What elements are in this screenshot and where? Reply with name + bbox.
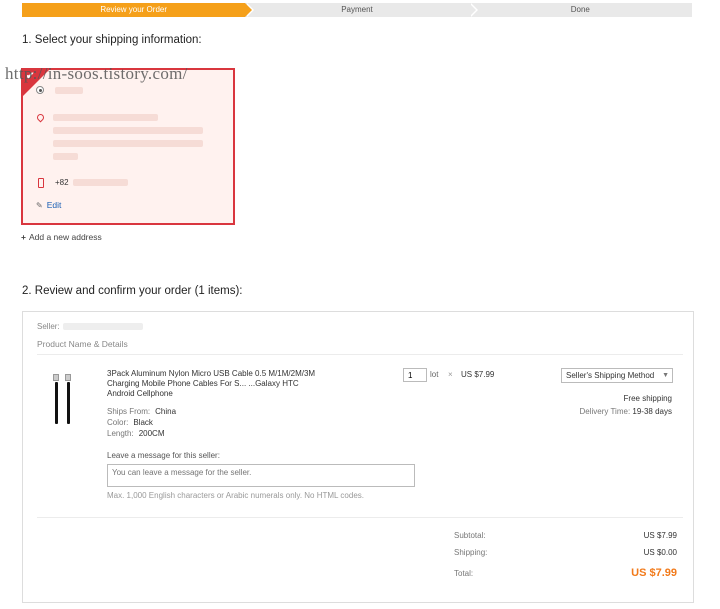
divider (37, 517, 683, 518)
add-address-link[interactable]: + Add a new address (21, 232, 102, 242)
seller-message-input[interactable] (107, 464, 415, 487)
add-address-label: Add a new address (28, 232, 102, 242)
ships-from-value: China (155, 407, 177, 416)
unit-price: US $7.99 (461, 370, 495, 379)
location-pin-icon (35, 112, 46, 123)
product-title-link[interactable]: 3Pack Aluminum Nylon Micro USB Cable 0.5… (107, 369, 327, 399)
seller-name-redacted (63, 323, 143, 330)
quantity-input[interactable] (403, 368, 427, 382)
step-label: Review your Order (100, 5, 167, 14)
seller-label: Seller: (37, 322, 60, 331)
color-value: Black (133, 418, 153, 427)
shipping-section-title: 1. Select your shipping information: (22, 34, 202, 46)
ships-from-label: Ships From: (107, 407, 151, 416)
address-radio[interactable] (36, 86, 44, 94)
times-sign: × (448, 370, 453, 379)
address-line-redacted (53, 153, 78, 160)
step-review-order: Review your Order (22, 3, 255, 17)
step-label: Payment (341, 5, 373, 14)
phone-number: +82 (55, 178, 69, 187)
address-line-redacted (53, 114, 158, 121)
checkout-steps: Review your Order Payment Done (22, 3, 692, 17)
shipping-label: Shipping: (454, 548, 488, 557)
watermark: http://in-soos.tistory.com/ (5, 64, 188, 83)
free-shipping-text: Free shipping (623, 394, 672, 403)
unit-label: lot (430, 370, 439, 379)
subtotal-label: Subtotal: (454, 531, 486, 540)
divider (37, 354, 683, 355)
delivery-label: Delivery Time: (579, 407, 631, 416)
subtotal-value: US $7.99 (643, 531, 677, 540)
color-label: Color: (107, 418, 129, 427)
shipping-method-value: Seller's Shipping Method (566, 371, 655, 380)
edit-label: Edit (46, 200, 62, 210)
plus-icon: + (21, 232, 26, 242)
pencil-icon: ✎ (36, 201, 43, 210)
address-card-selected[interactable]: ✔ +82 ✎ Edit (21, 68, 235, 225)
edit-address-link[interactable]: ✎ Edit (36, 200, 61, 210)
step-label: Done (570, 5, 590, 14)
message-hint: Max. 1,000 English characters or Arabic … (107, 491, 364, 500)
total-value: US $7.99 (631, 567, 677, 579)
total-label: Total: (454, 569, 474, 578)
review-section-title: 2. Review and confirm your order (1 item… (22, 285, 243, 297)
product-attributes: Ships From: China Color: Black Length: 200C… (107, 406, 176, 439)
message-label: Leave a message for this seller: (107, 451, 220, 460)
recipient-name-redacted (55, 87, 83, 94)
seller-info: Seller: (37, 322, 60, 331)
chevron-down-icon: ▼ (662, 372, 669, 379)
step-payment: Payment (245, 3, 478, 17)
delivery-value: 19-38 days (632, 407, 672, 416)
phone-redacted (73, 179, 128, 186)
length-value: 200CM (138, 429, 165, 438)
order-box: Seller: Product Name & Details 3Pack Alu… (22, 311, 694, 603)
shipping-method-select[interactable]: Seller's Shipping Method ▼ (561, 368, 673, 383)
product-column-header: Product Name & Details (37, 339, 128, 349)
phone-icon (38, 178, 44, 188)
step-done: Done (468, 3, 692, 17)
address-line-redacted (53, 140, 203, 147)
length-label: Length: (107, 429, 134, 438)
address-line-redacted (53, 127, 203, 134)
delivery-time: Delivery Time: 19-38 days (579, 407, 672, 416)
product-thumbnail[interactable] (51, 374, 81, 424)
shipping-value: US $0.00 (643, 548, 677, 557)
